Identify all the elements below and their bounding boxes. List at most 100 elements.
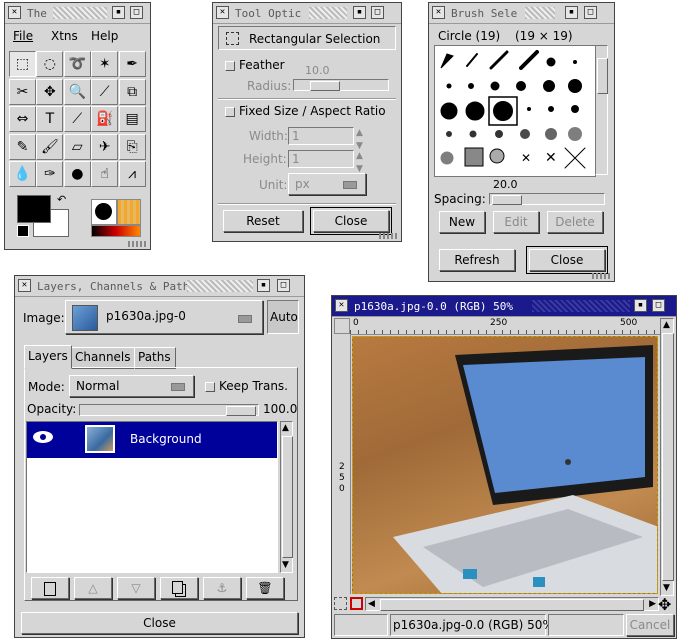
layers-titlebar[interactable]: ✕ Layers, Channels & Paths ▪ □ [15, 276, 304, 297]
close-icon[interactable]: ✕ [432, 6, 445, 19]
refresh-button[interactable]: Refresh [439, 249, 515, 271]
minimize-icon[interactable]: ▪ [634, 299, 647, 312]
radius-value: 10.0 [305, 64, 330, 77]
magnify-icon[interactable]: 🔍 [63, 78, 91, 105]
menu-help[interactable]: Help [91, 29, 118, 43]
bezier-select-icon[interactable]: ✒ [118, 51, 146, 77]
unit-select[interactable]: px [288, 173, 366, 195]
raise-layer-button[interactable]: △ [74, 577, 112, 599]
convolve-icon[interactable]: 💧 [9, 161, 36, 187]
menu-file[interactable]: File [13, 29, 33, 43]
bucket-fill-icon[interactable]: ⛽ [91, 106, 119, 132]
menu-xtns[interactable]: Xtns [51, 29, 78, 43]
move-icon[interactable]: ✥ [36, 78, 64, 105]
edit-brush-button[interactable]: Edit [493, 211, 539, 233]
maximize-icon[interactable]: □ [277, 279, 290, 292]
eraser-icon[interactable]: ▱ [63, 133, 91, 160]
horizontal-ruler[interactable]: 0 250 500 [350, 318, 660, 335]
feather-checkbox[interactable] [225, 61, 235, 71]
quickmask-on-icon[interactable] [350, 597, 363, 610]
height-label: Height: [243, 152, 287, 166]
swap-colors-icon[interactable]: ↶ [57, 193, 66, 206]
airbrush-icon[interactable]: ✈ [91, 133, 119, 160]
ellipse-select-icon[interactable]: ◌ [36, 51, 64, 77]
clone-icon[interactable]: ⎘ [118, 133, 146, 160]
scissors-icon[interactable]: ✂ [9, 78, 36, 105]
opacity-slider[interactable] [79, 404, 259, 416]
tab-layers[interactable]: Layers [24, 345, 72, 369]
new-layer-button[interactable] [31, 577, 69, 599]
maximize-icon[interactable]: □ [652, 299, 665, 312]
maximize-icon[interactable]: □ [584, 6, 597, 19]
vertical-ruler[interactable]: 2 5 0 [334, 334, 351, 594]
new-brush-button[interactable]: New [439, 211, 485, 233]
minimize-icon[interactable]: ▪ [353, 6, 366, 19]
auto-button[interactable]: Auto [267, 300, 299, 334]
layer-list-scrollbar[interactable]: ▲ ▼ [280, 421, 293, 573]
quickmask-off-icon[interactable] [334, 597, 347, 610]
lower-layer-button[interactable]: ▽ [117, 577, 155, 599]
anchor-layer-button[interactable]: ⚓ [203, 577, 241, 599]
lasso-icon[interactable]: ➰ [63, 51, 91, 77]
dodge-burn-icon[interactable]: ● [63, 161, 91, 187]
maximize-icon[interactable]: □ [130, 6, 143, 19]
vertical-scrollbar[interactable]: ▲ ▼ [660, 318, 674, 596]
tool-options-titlebar[interactable]: ✕ Tool Optic ▪ □ [213, 3, 401, 24]
close-icon[interactable]: ✕ [216, 6, 229, 19]
brush-indicator[interactable] [91, 199, 117, 225]
fixed-size-checkbox[interactable] [225, 107, 235, 117]
horizontal-scrollbar[interactable]: ◀ ▶ [365, 597, 659, 611]
gradient-indicator[interactable] [91, 225, 141, 237]
radius-slider[interactable] [293, 79, 389, 91]
close-icon[interactable]: ✕ [8, 6, 21, 19]
color-picker-icon[interactable]: ⟋ [63, 106, 91, 132]
minimize-icon[interactable]: ▪ [112, 6, 125, 19]
mode-select[interactable]: Normal [69, 375, 194, 397]
smudge-icon[interactable]: ☝ [91, 161, 119, 187]
ink-icon[interactable]: ✑ [36, 161, 64, 187]
toolbox-titlebar[interactable]: ✕ The ▪ □ [5, 3, 150, 24]
height-field[interactable]: 1 [288, 150, 354, 168]
crop-icon[interactable]: ⟋ [91, 78, 119, 105]
brushes-titlebar[interactable]: ✕ Brush Sele ▪ □ [429, 3, 614, 24]
close-icon[interactable]: ✕ [335, 299, 348, 312]
reset-button[interactable]: Reset [223, 210, 303, 232]
text-icon[interactable]: T [36, 106, 64, 132]
fg-color-swatch-front[interactable] [17, 195, 51, 223]
ruler-corner[interactable] [334, 318, 350, 334]
close-icon[interactable]: ✕ [18, 279, 31, 292]
close-button[interactable]: Close [526, 246, 608, 274]
maximize-icon[interactable]: □ [371, 6, 384, 19]
navigate-icon[interactable]: ✥ [658, 595, 671, 614]
flip-icon[interactable]: ⇔ [9, 106, 36, 132]
pattern-indicator[interactable] [117, 199, 141, 225]
brush-scrollbar[interactable] [595, 45, 608, 175]
magic-wand-icon[interactable]: ✶ [91, 51, 119, 77]
image-window: ✕ p1630a.jpg-0.0 (RGB) 50% ▪ □ 0 250 500… [331, 295, 677, 639]
paintbrush-icon[interactable]: 🖌 [36, 133, 64, 160]
cancel-button[interactable]: Cancel [626, 614, 674, 636]
keep-trans-checkbox[interactable] [205, 382, 215, 392]
width-field[interactable]: 1 [288, 127, 354, 145]
tab-channels[interactable]: Channels [71, 347, 135, 369]
transform-icon[interactable]: ⧉ [118, 78, 146, 105]
layer-row[interactable]: Background [27, 422, 277, 458]
delete-layer-button[interactable]: 🗑 [246, 577, 284, 599]
close-button[interactable]: Close [310, 207, 392, 235]
minimize-icon[interactable]: ▪ [257, 279, 270, 292]
pencil-icon[interactable]: ✎ [9, 133, 36, 160]
image-select[interactable]: p1630a.jpg-0 [65, 300, 263, 334]
minimize-icon[interactable]: ▪ [565, 6, 578, 19]
canvas[interactable] [352, 336, 658, 594]
delete-brush-button[interactable]: Delete [547, 211, 603, 233]
image-titlebar[interactable]: ✕ p1630a.jpg-0.0 (RGB) 50% ▪ □ [332, 296, 676, 317]
spacing-slider[interactable] [489, 193, 605, 205]
gradient-icon[interactable]: ▤ [118, 106, 146, 132]
tab-paths[interactable]: Paths [134, 347, 176, 369]
brush-grid[interactable]: ✕ ✕ [434, 45, 596, 177]
default-colors-icon[interactable] [17, 225, 29, 237]
close-button[interactable]: Close [21, 612, 298, 634]
measure-icon[interactable]: ⩘ [118, 161, 146, 187]
duplicate-layer-button[interactable] [160, 577, 198, 599]
rect-select-icon[interactable]: ⬚ [9, 51, 36, 77]
